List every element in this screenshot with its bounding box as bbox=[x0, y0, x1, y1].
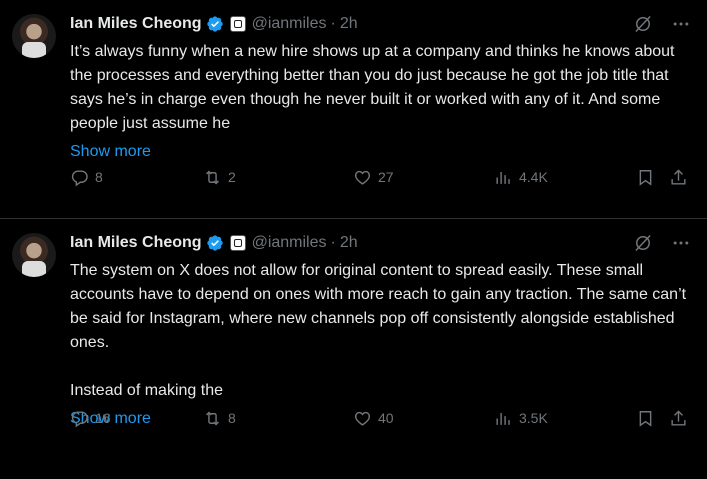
tweet-text: The system on X does not allow for origi… bbox=[70, 262, 687, 399]
reply-count: 8 bbox=[95, 169, 103, 185]
like-button[interactable]: 27 bbox=[353, 168, 394, 187]
tweet-text: It’s always funny when a new hire shows … bbox=[70, 43, 679, 132]
like-count: 40 bbox=[378, 410, 394, 426]
author-handle[interactable]: @ianmiles bbox=[252, 234, 327, 252]
tweet[interactable]: Ian Miles Cheong @ianmiles · 2h The syst… bbox=[0, 219, 707, 479]
timestamp[interactable]: 2h bbox=[340, 234, 358, 252]
views-count: 3.5K bbox=[519, 410, 548, 426]
reply-icon bbox=[71, 169, 88, 186]
like-button[interactable]: 40 bbox=[353, 409, 394, 428]
reply-count: 16 bbox=[95, 410, 111, 426]
verified-badge-icon[interactable] bbox=[206, 234, 224, 252]
bookmark-icon bbox=[639, 410, 652, 427]
avatar[interactable] bbox=[12, 233, 56, 277]
author-name[interactable]: Ian Miles Cheong bbox=[70, 15, 202, 33]
views-icon bbox=[496, 412, 510, 425]
author-name[interactable]: Ian Miles Cheong bbox=[70, 234, 202, 252]
share-icon bbox=[671, 409, 686, 426]
tweet-header: Ian Miles Cheong @ianmiles · 2h bbox=[70, 231, 691, 255]
bookmark-button[interactable] bbox=[636, 168, 655, 187]
tweet-header: Ian Miles Cheong @ianmiles · 2h bbox=[70, 12, 691, 36]
show-more-link[interactable]: Show more bbox=[70, 140, 151, 164]
views-count: 4.4K bbox=[519, 169, 548, 185]
grok-icon[interactable] bbox=[633, 233, 653, 253]
timestamp[interactable]: 2h bbox=[340, 15, 358, 33]
avatar[interactable] bbox=[12, 14, 56, 58]
separator: · bbox=[330, 234, 336, 251]
share-icon bbox=[671, 168, 686, 185]
retweet-icon bbox=[206, 170, 219, 184]
grok-icon[interactable] bbox=[633, 14, 653, 34]
views-button[interactable]: 3.5K bbox=[494, 409, 548, 428]
verified-badge-icon[interactable] bbox=[206, 15, 224, 33]
retweet-button[interactable]: 2 bbox=[203, 168, 236, 187]
share-button[interactable] bbox=[669, 168, 688, 187]
like-count: 27 bbox=[378, 169, 394, 185]
tweet[interactable]: Ian Miles Cheong @ianmiles · 2h It’s alw… bbox=[0, 0, 707, 219]
retweet-count: 8 bbox=[228, 410, 236, 426]
bookmark-button[interactable] bbox=[636, 409, 655, 428]
affiliate-badge-icon[interactable] bbox=[229, 235, 246, 251]
like-icon bbox=[354, 411, 371, 426]
affiliate-badge-icon[interactable] bbox=[229, 16, 246, 32]
author-handle[interactable]: @ianmiles bbox=[252, 15, 327, 33]
views-button[interactable]: 4.4K bbox=[494, 168, 548, 187]
retweet-count: 2 bbox=[228, 169, 236, 185]
separator: · bbox=[330, 15, 336, 32]
reply-button[interactable]: 8 bbox=[70, 168, 103, 187]
views-icon bbox=[496, 171, 510, 184]
more-icon[interactable] bbox=[671, 14, 691, 34]
reply-icon bbox=[71, 410, 88, 427]
share-button[interactable] bbox=[669, 409, 688, 428]
bookmark-icon bbox=[639, 169, 652, 186]
retweet-icon bbox=[206, 411, 219, 425]
reply-button[interactable]: 16 bbox=[70, 409, 111, 428]
retweet-button[interactable]: 8 bbox=[203, 409, 236, 428]
like-icon bbox=[354, 170, 371, 185]
more-icon[interactable] bbox=[671, 233, 691, 253]
